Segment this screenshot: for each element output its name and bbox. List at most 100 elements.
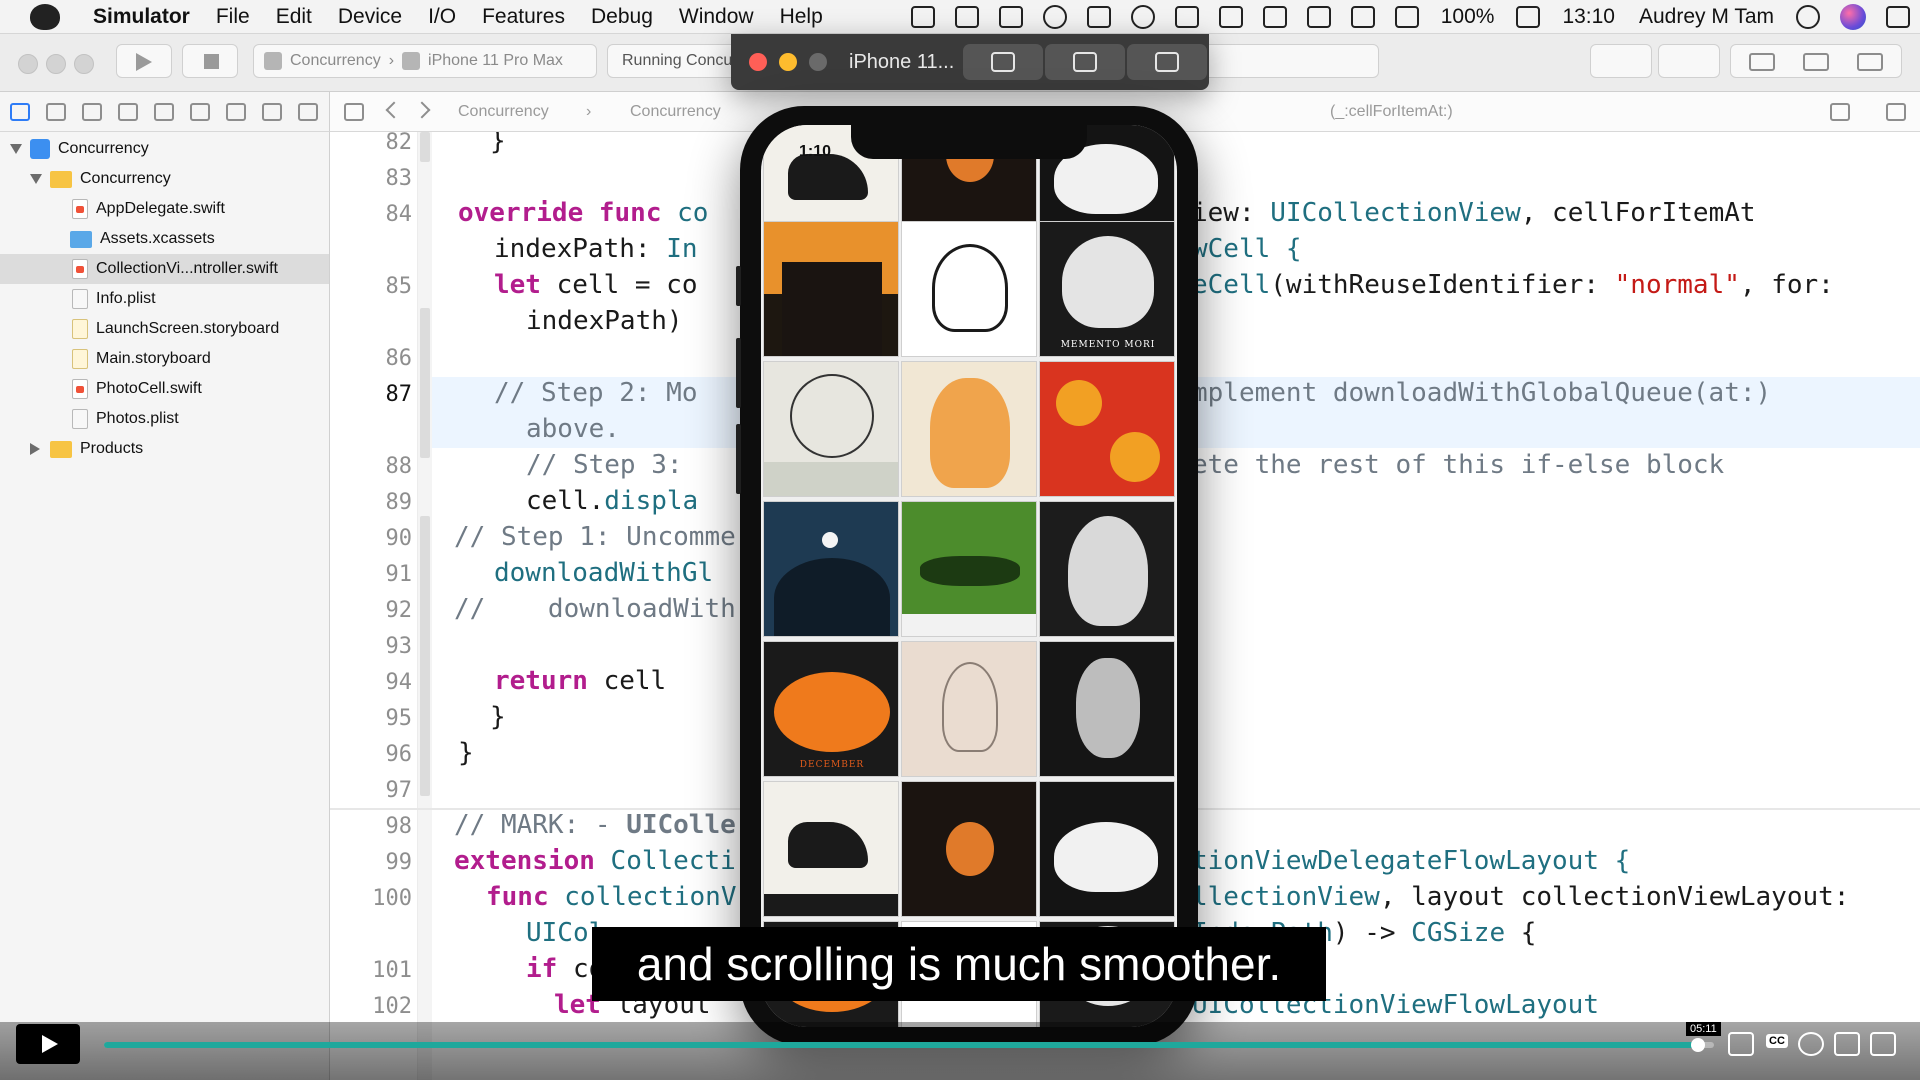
add-editor-icon[interactable] <box>1886 103 1906 121</box>
breadcrumb-project[interactable]: Concurrency <box>458 103 549 121</box>
menubar-user[interactable]: Audrey M Tam <box>1627 5 1786 29</box>
editor-options-icon[interactable] <box>1830 103 1850 121</box>
scheme-selector[interactable]: Concurrency › iPhone 11 Pro Max <box>253 44 597 78</box>
inspector-toggle-icon[interactable] <box>1857 53 1883 71</box>
tree-row-folder[interactable]: Concurrency <box>0 164 329 194</box>
library-button[interactable] <box>1590 44 1652 78</box>
fullscreen-exit-icon[interactable] <box>1870 1032 1896 1056</box>
tree-row-file[interactable]: Info.plist <box>0 284 329 314</box>
photo-cat-tile[interactable] <box>901 361 1037 497</box>
rotate-button[interactable] <box>1127 44 1207 80</box>
settings-gear-icon[interactable] <box>1798 1032 1824 1056</box>
volume-icon[interactable] <box>1394 6 1419 28</box>
tree-row-file[interactable]: PhotoCell.swift <box>0 374 329 404</box>
menu-debug[interactable]: Debug <box>578 5 666 29</box>
apple-menu-icon[interactable] <box>30 3 60 30</box>
photo-tree-tile[interactable] <box>763 361 899 497</box>
tree-row-file[interactable]: Assets.xcassets <box>0 224 329 254</box>
disclosure-open-icon[interactable] <box>10 144 22 154</box>
photo-sleeping-cat-tile[interactable]: DECEMBER <box>763 641 899 777</box>
menu-features[interactable]: Features <box>469 5 578 29</box>
tree-row-file[interactable]: LaunchScreen.storyboard <box>0 314 329 344</box>
tree-row-project[interactable]: Concurrency <box>0 134 329 164</box>
zoom-window-button[interactable] <box>74 54 94 74</box>
photo-spider-tile[interactable] <box>901 781 1037 917</box>
disclosure-open-icon[interactable] <box>30 174 42 184</box>
disclosure-closed-icon[interactable] <box>30 443 40 455</box>
screenshot-button[interactable] <box>963 44 1043 80</box>
menu-app-name[interactable]: Simulator <box>80 5 203 29</box>
photo-woman-tile[interactable] <box>901 641 1037 777</box>
photo-dog-face-tile[interactable] <box>1039 501 1175 637</box>
info-icon[interactable] <box>1130 5 1155 29</box>
project-navigator-icon[interactable] <box>10 103 30 121</box>
drawer-icon[interactable] <box>998 6 1023 28</box>
minimize-window-button[interactable] <box>46 54 66 74</box>
tag-icon[interactable] <box>1218 6 1243 28</box>
test-navigator-icon[interactable] <box>190 103 210 121</box>
simulator-minimize-button[interactable] <box>779 53 797 71</box>
forward-arrow-icon[interactable] <box>413 101 431 119</box>
tree-row-file[interactable]: AppDelegate.swift <box>0 194 329 224</box>
video-play-button[interactable] <box>16 1024 80 1064</box>
debug-navigator-icon[interactable] <box>226 103 246 121</box>
menu-edit[interactable]: Edit <box>263 5 325 29</box>
simulator-close-button[interactable] <box>749 53 767 71</box>
issue-navigator-icon[interactable] <box>154 103 174 121</box>
photo-owl-tile[interactable] <box>1039 641 1175 777</box>
tree-row-file[interactable]: Photos.plist <box>0 404 329 434</box>
menu-device[interactable]: Device <box>325 5 415 29</box>
simulator-zoom-button[interactable] <box>809 53 827 71</box>
photo-rabbit-tile[interactable] <box>1039 781 1175 917</box>
find-navigator-icon[interactable] <box>118 103 138 121</box>
breakpoint-navigator-icon[interactable] <box>262 103 282 121</box>
photo-dog-tile[interactable] <box>763 781 899 917</box>
video-progress-bar[interactable] <box>104 1038 1714 1052</box>
screen-record-icon[interactable] <box>910 6 935 28</box>
closed-captions-button[interactable]: CC <box>1766 1034 1788 1048</box>
photo-flowers-tile[interactable] <box>1039 361 1175 497</box>
volume-icon[interactable] <box>1728 1032 1754 1056</box>
siri-icon[interactable] <box>1840 4 1866 30</box>
wifi-icon[interactable] <box>1306 6 1331 28</box>
menubar-clock[interactable]: 13:10 <box>1550 5 1627 29</box>
notification-center-icon[interactable] <box>1886 6 1910 28</box>
picture-in-picture-icon[interactable] <box>1834 1032 1860 1056</box>
menu-help[interactable]: Help <box>767 5 836 29</box>
menu-file[interactable]: File <box>203 5 263 29</box>
spotlight-search-icon[interactable] <box>1796 5 1820 29</box>
back-arrow-icon[interactable] <box>385 101 403 119</box>
breadcrumb-function[interactable]: (_:cellForItemAt:) <box>1330 103 1453 121</box>
related-items-icon[interactable] <box>344 103 364 121</box>
photo-rooster-tile[interactable] <box>901 221 1037 357</box>
battery-icon[interactable] <box>1516 6 1541 28</box>
menu-window[interactable]: Window <box>666 5 767 29</box>
photo-cottage-tile[interactable] <box>763 221 899 357</box>
tree-row-file[interactable]: Main.storyboard <box>0 344 329 374</box>
eject-icon[interactable] <box>1350 6 1375 28</box>
tree-row-folder[interactable]: Products <box>0 434 329 464</box>
photo-skull-tile[interactable]: MEMENTO MORI <box>1039 221 1175 357</box>
close-window-button[interactable] <box>18 54 38 74</box>
report-navigator-icon[interactable] <box>298 103 318 121</box>
breadcrumb-folder[interactable]: Concurrency <box>630 103 721 121</box>
power-icon[interactable] <box>1042 5 1067 29</box>
photo-night-tree-tile[interactable] <box>763 501 899 637</box>
tree-row-file-selected[interactable]: CollectionVi...ntroller.swift <box>0 254 329 284</box>
stop-button[interactable] <box>182 44 238 78</box>
bluetooth-icon[interactable] <box>1262 6 1287 28</box>
device-screen[interactable]: 1:10 MEMENTO MORI DECEMBER <box>761 125 1177 1027</box>
photo-grasshopper-tile[interactable] <box>901 501 1037 637</box>
dropbox-icon[interactable] <box>1086 6 1111 28</box>
symbol-navigator-icon[interactable] <box>82 103 102 121</box>
code-review-button[interactable] <box>1658 44 1720 78</box>
video-progress-knob[interactable] <box>1690 1038 1705 1052</box>
display-icon[interactable] <box>954 6 979 28</box>
hand-icon[interactable] <box>1174 6 1199 28</box>
navigator-toggle-icon[interactable] <box>1749 53 1775 71</box>
menu-io[interactable]: I/O <box>415 5 469 29</box>
run-button[interactable] <box>116 44 172 78</box>
debug-area-toggle-icon[interactable] <box>1803 53 1829 71</box>
home-button[interactable] <box>1045 44 1125 80</box>
source-control-navigator-icon[interactable] <box>46 103 66 121</box>
